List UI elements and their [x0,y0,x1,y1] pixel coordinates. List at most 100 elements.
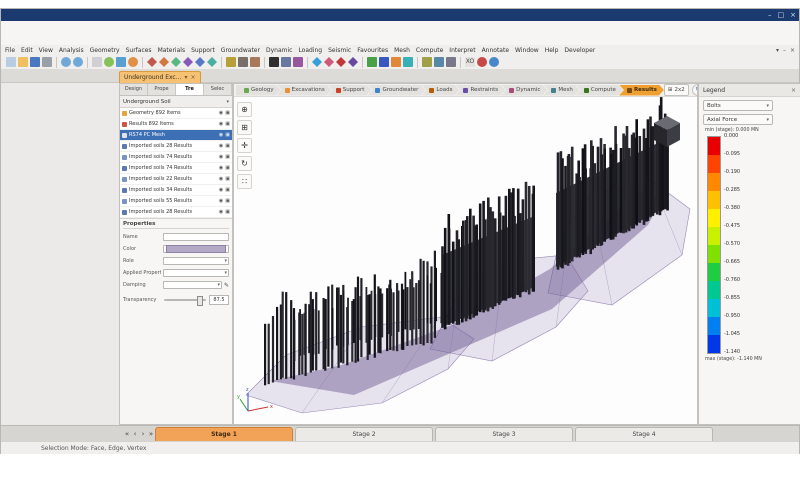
rotate-view-tool[interactable]: ↻ [237,156,252,171]
tree-scope-dropdown[interactable]: Underground Soil ▾ [120,96,232,108]
box-geometry-icon[interactable] [147,57,157,67]
panel-tab-tre[interactable]: Tre [176,84,204,95]
3d-model-canvas[interactable]: xyz [234,97,698,425]
workflow-tab-geology[interactable]: Geology [236,85,281,96]
zoom-extents-icon[interactable] [104,57,114,67]
zoom-in-tool[interactable]: ⊕ [237,102,252,117]
lock-icon[interactable]: ▣ [225,143,230,149]
menu-compute[interactable]: Compute [416,47,443,54]
lock-icon[interactable]: ▣ [225,187,230,193]
stage-tab-stage-3[interactable]: Stage 3 [435,427,573,441]
workflow-tab-mesh[interactable]: Mesh [543,85,579,96]
tree-row[interactable]: RS74 PC Mesh◉▣ [120,130,232,141]
menu-analysis[interactable]: Analysis [59,47,84,54]
menu-mesh[interactable]: Mesh [394,47,410,54]
menu-interpret[interactable]: Interpret [449,47,475,54]
tree-row[interactable]: Imported soils 28 Results◉▣ [120,207,232,218]
menu-developer[interactable]: Developer [564,47,595,54]
undo-icon[interactable] [61,57,71,67]
menu-dynamic[interactable]: Dynamic [266,47,292,54]
menu-materials[interactable]: Materials [158,47,186,54]
close-button[interactable]: × [790,9,796,21]
panel-tab-design[interactable]: Design [120,84,148,95]
backfill-icon[interactable] [250,57,260,67]
prev-stage-button[interactable]: ‹ [131,427,139,441]
visibility-icon[interactable]: ◉ [219,165,223,171]
stage-tab-stage-1[interactable]: Stage 1 [155,427,293,441]
tab-dropdown-icon[interactable]: ▾ [184,74,187,81]
panel-tab-prope[interactable]: Prope [148,84,176,95]
workflow-tab-loads[interactable]: Loads [421,85,459,96]
beam-support-icon[interactable] [293,57,303,67]
menu-edit[interactable]: Edit [21,47,33,54]
slider-thumb[interactable] [197,296,203,306]
maximize-button[interactable]: □ [778,9,785,21]
menu-geometry[interactable]: Geometry [90,47,120,54]
dropdown-field[interactable]: ▾ [163,257,229,265]
panel-tab-selec[interactable]: Selec [204,84,232,95]
groundwater-icon[interactable] [312,57,322,67]
zoom-window-tool[interactable]: ⊞ [237,120,252,135]
visibility-icon[interactable]: ◉ [219,198,223,204]
interpret-icon[interactable] [391,57,401,67]
minimize-button[interactable]: – [768,9,772,21]
axes-toggle-icon[interactable] [477,57,487,67]
bolt-support-icon[interactable] [269,57,279,67]
legend-bolts-dropdown[interactable]: Bolts ▾ [703,100,773,111]
transparency-slider[interactable] [164,299,206,301]
visibility-icon[interactable]: ◉ [219,176,223,182]
menu-groundwater[interactable]: Groundwater [221,47,260,54]
extrude-tool-icon[interactable] [183,57,193,67]
menu-seismic[interactable]: Seismic [328,47,351,54]
lock-icon[interactable]: ▣ [225,209,230,215]
workflow-tab-results[interactable]: Results [619,85,664,96]
mdi-close-icon[interactable]: × [790,47,795,54]
tree-row[interactable]: Imported soils 22 Results◉▣ [120,174,232,185]
rotate-view-icon[interactable] [128,57,138,67]
visibility-icon[interactable]: ◉ [219,121,223,127]
menu-window[interactable]: Window [515,47,539,54]
tree-row[interactable]: Geometry 892 Items◉▣ [120,108,232,119]
help-icon[interactable] [489,57,499,67]
legend-metric-dropdown[interactable]: Axial Force ▾ [703,114,773,125]
pan-tool-icon[interactable] [116,57,126,67]
excavate-icon[interactable] [238,57,248,67]
print-icon[interactable] [42,57,52,67]
lock-icon[interactable]: ▣ [225,110,230,116]
last-stage-button[interactable]: » [147,427,155,441]
menu-favourites[interactable]: Favourites [357,47,388,54]
stage-tab-stage-4[interactable]: Stage 4 [575,427,713,441]
document-tab-underground-exc[interactable]: Underground Exc... ▾ × [119,71,201,83]
menu-file[interactable]: File [5,47,15,54]
pan-tool[interactable]: ✛ [237,138,252,153]
visibility-icon[interactable]: ◉ [219,187,223,193]
measure-icon[interactable] [434,57,444,67]
menu-view[interactable]: View [39,47,53,54]
save-file-icon[interactable] [30,57,40,67]
edit-pencil-icon[interactable]: ✎ [224,282,229,289]
compute-icon[interactable] [379,57,389,67]
open-file-icon[interactable] [18,57,28,67]
workflow-tab-groundwater[interactable]: Groundwater [367,85,425,96]
tree-row[interactable]: Imported soils 74 Results◉▣ [120,152,232,163]
redo-icon[interactable] [73,57,83,67]
lock-icon[interactable]: ▣ [225,176,230,182]
close-icon[interactable]: × [791,87,796,94]
tree-row[interactable]: Imported soils 74 Results◉▣ [120,163,232,174]
next-stage-button[interactable]: › [139,427,147,441]
menu-annotate[interactable]: Annotate [482,47,509,54]
lock-icon[interactable]: ▣ [225,198,230,204]
workflow-tab-excavations[interactable]: Excavations [277,85,332,96]
slice-tool-icon[interactable] [207,57,217,67]
tree-row[interactable]: Imported soils 34 Results◉▣ [120,185,232,196]
seismic-icon[interactable] [336,57,346,67]
menu-support[interactable]: Support [191,47,215,54]
cylinder-geometry-icon[interactable] [159,57,169,67]
dropdown-field[interactable]: ▾ [163,281,222,289]
mdi-menu-icon[interactable]: ▾ [776,47,779,54]
text-field[interactable] [163,233,229,241]
query-icon[interactable] [403,57,413,67]
3d-viewport[interactable]: GeologyExcavationsSupportGroundwaterLoad… [233,83,698,425]
grid-layout-button[interactable]: ⊞ 2x2 [664,84,689,96]
dynamic-load-icon[interactable] [324,57,334,67]
